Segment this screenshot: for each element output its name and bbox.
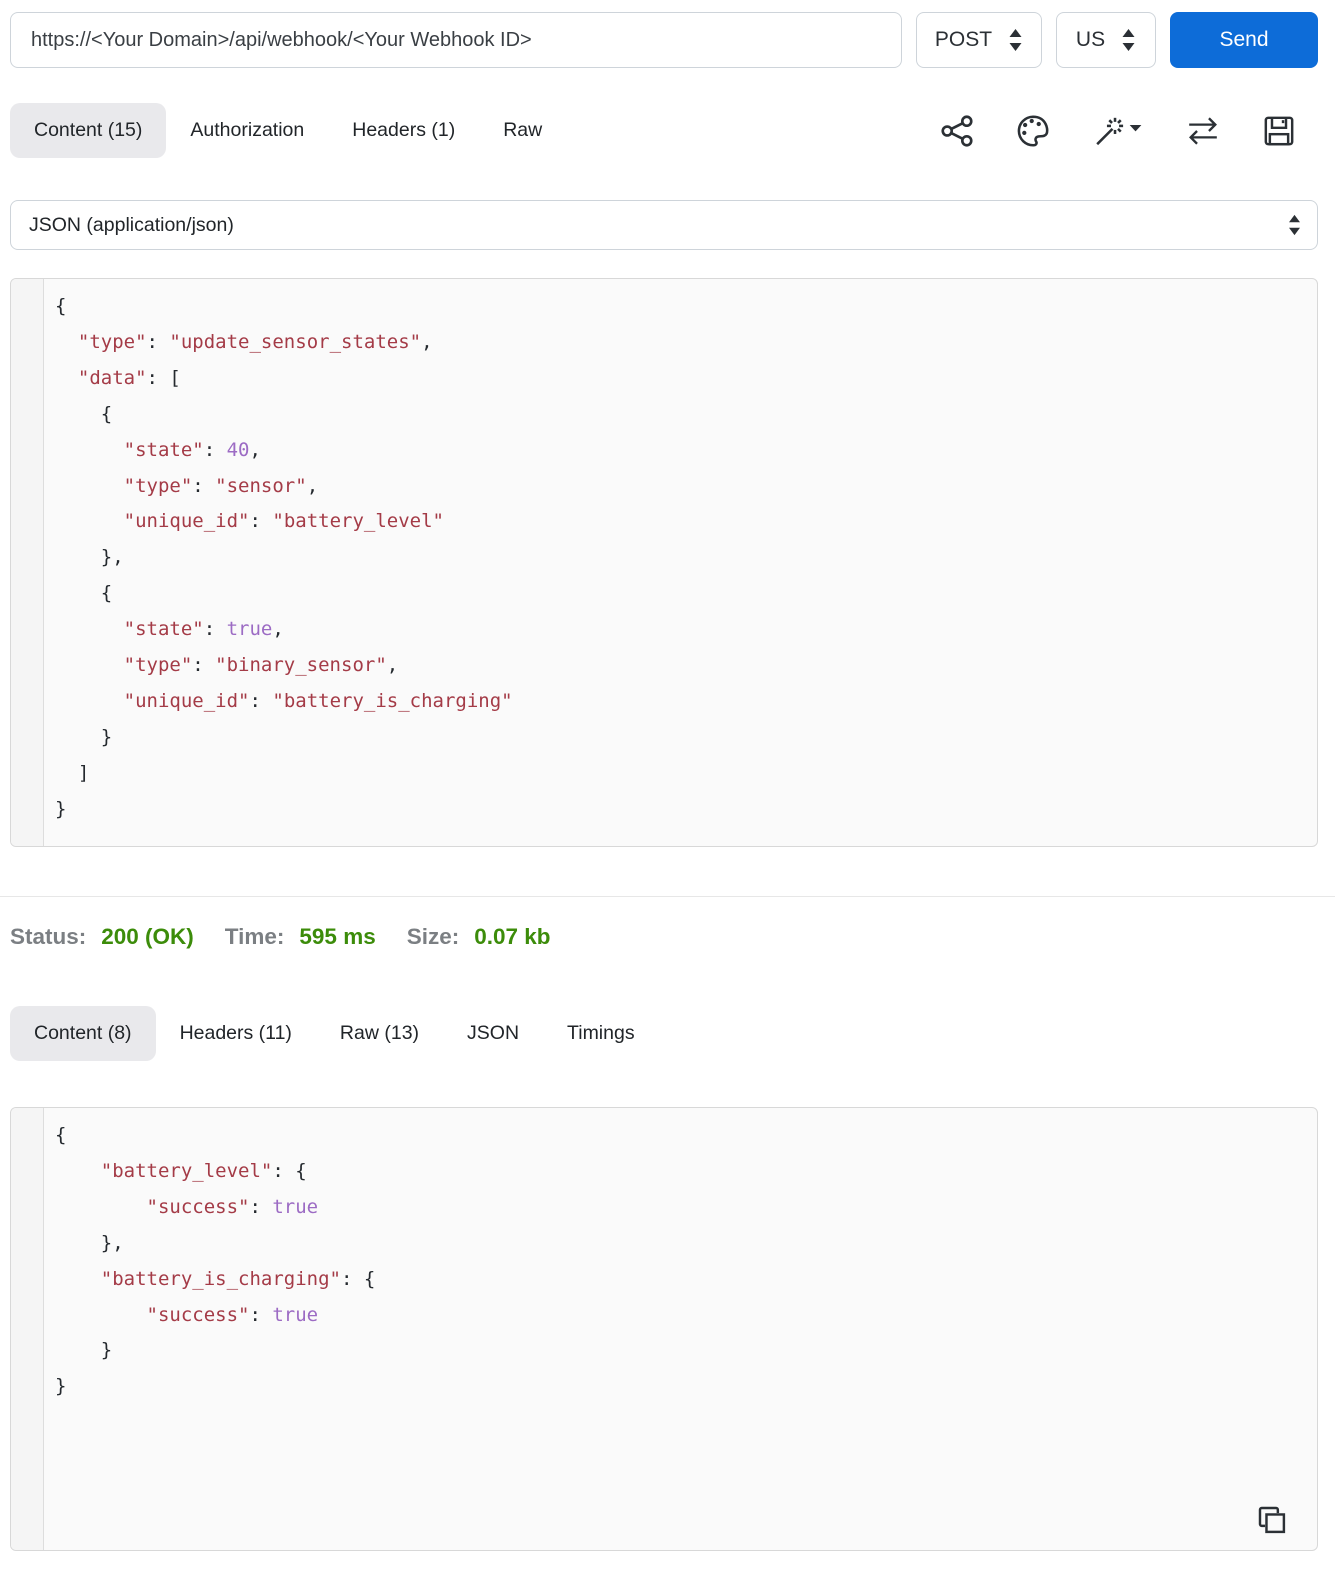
editor-gutter [11, 279, 44, 846]
send-button[interactable]: Send [1170, 12, 1318, 68]
url-input[interactable] [10, 12, 902, 68]
method-select[interactable]: POST [916, 12, 1042, 68]
response-body-code: { "battery_level": { "success": true }, … [55, 1124, 376, 1398]
tab-request-headers[interactable]: Headers (1) [328, 103, 479, 158]
size-value: 0.07 kb [474, 924, 551, 949]
tab-request-content[interactable]: Content (15) [10, 103, 167, 158]
tab-response-content[interactable]: Content (8) [10, 1006, 156, 1061]
viewer-gutter [11, 1108, 44, 1550]
content-type-value: JSON (application/json) [29, 213, 234, 236]
region-select-value: US [1075, 28, 1106, 51]
time-value: 595 ms [299, 924, 376, 949]
tab-request-authorization[interactable]: Authorization [166, 103, 328, 158]
response-body-viewer: { "battery_level": { "success": true }, … [10, 1107, 1318, 1551]
share-icon[interactable] [940, 114, 974, 148]
response-tabs-row: Content (8) Headers (11) Raw (13) JSON T… [10, 1006, 1318, 1061]
save-icon[interactable] [1262, 114, 1296, 148]
section-divider [0, 896, 1335, 897]
content-type-select[interactable]: JSON (application/json) [10, 200, 1318, 250]
tab-response-timings[interactable]: Timings [543, 1006, 659, 1061]
tab-response-headers[interactable]: Headers (11) [156, 1006, 316, 1061]
request-toolbar [940, 114, 1318, 148]
tab-request-raw[interactable]: Raw [479, 103, 566, 158]
palette-icon[interactable] [1016, 114, 1050, 148]
region-select[interactable]: US [1056, 12, 1156, 68]
status-value: 200 (OK) [101, 924, 194, 949]
method-select-value: POST [934, 28, 993, 51]
request-body-editor[interactable]: { "type": "update_sensor_states", "data"… [10, 278, 1318, 847]
request-bar: POST US Send [10, 12, 1318, 68]
copy-icon[interactable] [1255, 1503, 1289, 1537]
status-label: Status: [10, 924, 87, 949]
time-label: Time: [224, 924, 285, 949]
magic-wand-icon[interactable] [1092, 114, 1144, 148]
updown-arrows-icon [1122, 29, 1135, 51]
request-body-code[interactable]: { "type": "update_sensor_states", "data"… [44, 279, 513, 846]
size-label: Size: [406, 924, 460, 949]
updown-arrows-icon [1009, 29, 1022, 51]
swap-arrows-icon[interactable] [1186, 114, 1220, 148]
updown-arrows-icon [1289, 214, 1300, 236]
tab-response-raw[interactable]: Raw (13) [316, 1006, 443, 1061]
response-status-bar: Status: 200 (OK) Time: 595 ms Size: 0.07… [10, 924, 1318, 950]
api-client-page: POST US Send Content (15) Authorization … [0, 0, 1335, 1551]
request-tabs-row: Content (15) Authorization Headers (1) R… [10, 103, 1318, 158]
tab-response-json[interactable]: JSON [443, 1006, 543, 1061]
